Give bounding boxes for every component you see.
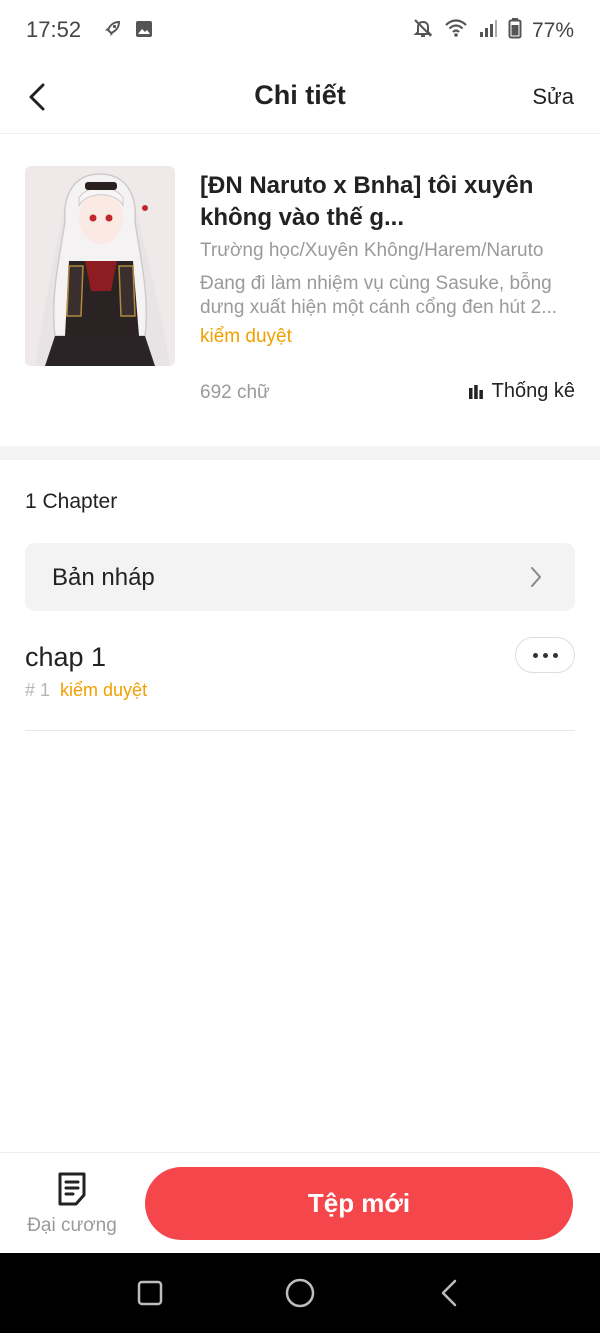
chevron-right-icon	[529, 565, 543, 594]
chapter-meta: # 1 kiểm duyệt	[25, 680, 147, 701]
draft-row[interactable]: Bản nháp	[25, 543, 575, 611]
outline-button[interactable]: Đại cương	[20, 1171, 124, 1241]
chapter-count: 1 Chapter	[25, 490, 118, 513]
battery-icon	[508, 17, 522, 44]
status-left-icons	[102, 19, 154, 44]
section-divider	[0, 446, 600, 460]
book-info: [ĐN Naruto x Bnha] tôi xuyên không vào t…	[0, 134, 600, 446]
page-title: Chi tiết	[254, 80, 346, 110]
outline-label: Đại cương	[27, 1215, 117, 1236]
nav-back-icon[interactable]	[440, 1279, 458, 1312]
battery-percent: 77%	[531, 18, 574, 42]
edit-button[interactable]: Sửa	[532, 84, 574, 110]
stats-button[interactable]: Thống kê	[468, 380, 575, 403]
bottom-action-bar: Đại cương Tệp mới	[0, 1152, 600, 1253]
book-description: Đang đi làm nhiệm vụ cùng Sasuke, bỗng d…	[200, 273, 558, 318]
status-time: 17:52	[26, 17, 82, 42]
more-options-button[interactable]	[515, 637, 575, 673]
chapter-item[interactable]: chap 1 # 1 kiểm duyệt	[25, 630, 575, 731]
wifi-icon	[444, 18, 468, 43]
home-icon[interactable]	[285, 1278, 315, 1313]
cover-illustration	[25, 166, 175, 366]
status-bar: 17:52 77%	[0, 0, 600, 62]
recent-apps-icon[interactable]	[137, 1280, 163, 1311]
rocket-icon	[102, 19, 122, 44]
new-file-button[interactable]: Tệp mới	[145, 1167, 573, 1240]
stats-label: Thống kê	[491, 380, 575, 402]
chapter-title: chap 1	[25, 642, 107, 672]
outline-document-icon	[58, 1172, 86, 1206]
book-cover[interactable]	[25, 166, 175, 366]
chapter-status: kiểm duyệt	[60, 680, 148, 700]
book-title: [ĐN Naruto x Bnha] tôi xuyên không vào t…	[200, 172, 534, 231]
draft-label: Bản nháp	[52, 564, 155, 591]
book-status: kiểm duyệt	[200, 326, 292, 347]
new-file-label: Tệp mới	[307, 1188, 411, 1218]
image-icon	[134, 19, 154, 44]
system-nav-bar	[0, 1253, 600, 1333]
more-dots-icon	[532, 652, 538, 658]
header: Chi tiết Sửa	[0, 62, 600, 134]
status-right: 77%	[412, 17, 574, 44]
word-count: 692 chữ	[200, 382, 270, 403]
chapter-number: # 1	[25, 680, 51, 700]
signal-icon	[478, 18, 498, 43]
bar-chart-icon	[468, 384, 483, 399]
book-tags: Trường học/Xuyên Không/Harem/Naruto	[200, 240, 544, 261]
bell-off-icon	[412, 17, 434, 44]
